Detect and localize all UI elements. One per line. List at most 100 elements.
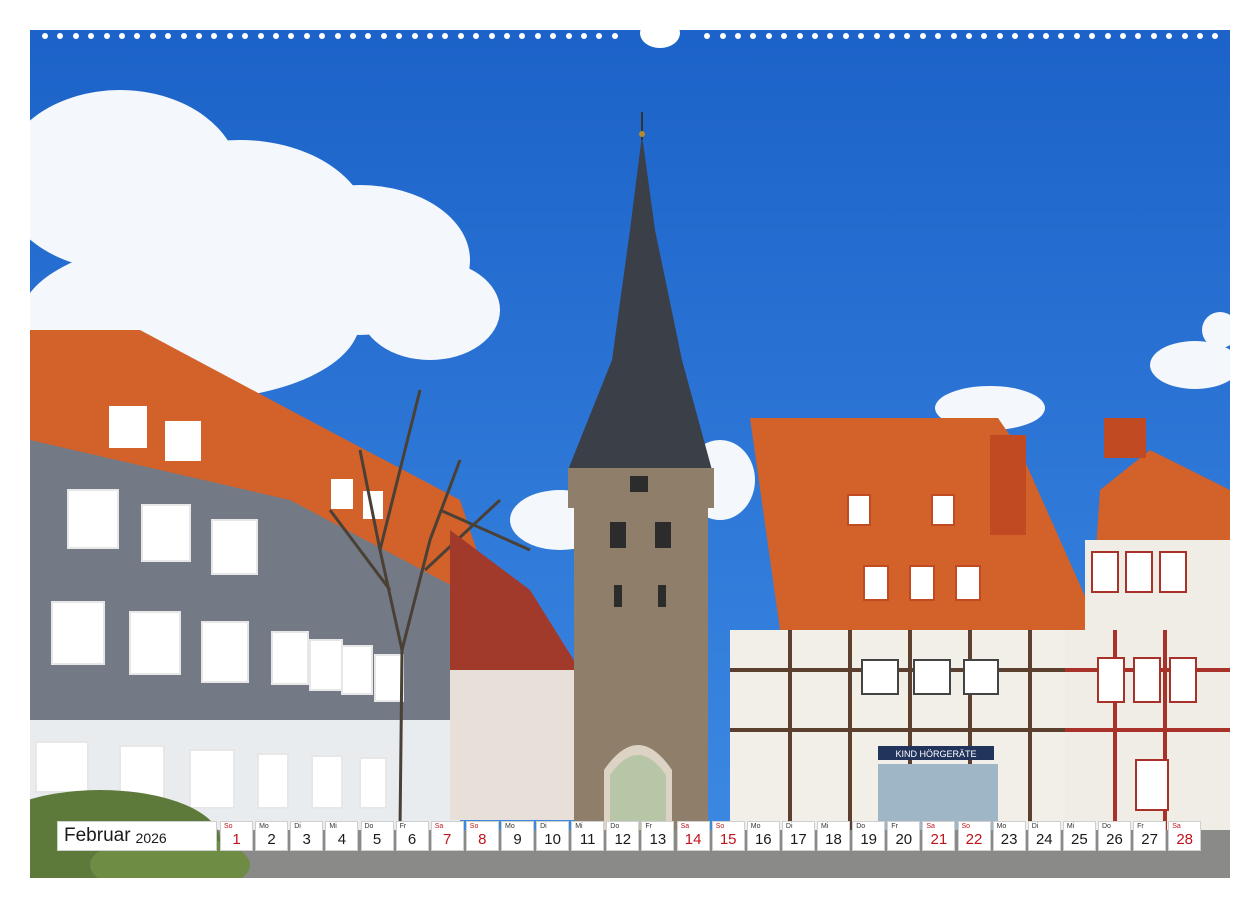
binding-hole [165,33,172,39]
binding-hole [919,33,926,39]
binding-hole [565,33,572,39]
binding-hole [765,33,772,39]
day-number: 19 [860,831,878,848]
binding-hole [1089,33,1096,39]
binding-hole [1012,33,1019,39]
binding-hole [981,33,988,39]
binding-hole [119,33,125,39]
calendar-page: KIND HÖRGERÄTE Februar 2026 So 1 Mo 2 Di… [0,0,1260,908]
day-cell: Sa 21 [922,821,956,851]
binding-hole [242,33,249,39]
day-weekday: Mo [259,823,269,830]
binding-hole [457,33,464,39]
binding-hole [781,33,788,39]
binding-hole [411,33,418,39]
day-number: 24 [1035,831,1053,848]
day-weekday: Di [294,823,301,830]
binding-hole [1043,33,1049,39]
month-calendar-strip: Februar 2026 So 1 Mo 2 Di 3 Mi 4 Do 5 Fr 6 Sa 7 So 8 Mo 9… [57,821,1207,851]
day-weekday: So [715,823,725,830]
photo-town-gate-tower: KIND HÖRGERÄTE [30,30,1230,878]
day-weekday: Do [364,823,374,830]
binding-hole [1181,33,1188,39]
day-number: 3 [302,831,311,848]
binding-hole [581,33,587,39]
day-weekday: So [961,823,971,830]
day-number: 16 [754,831,772,848]
binding-hole [1197,33,1203,39]
day-cell: Mo 9 [501,821,534,851]
binding-hole [288,33,295,39]
binding-hole [334,33,341,39]
day-cell: So 8 [465,821,499,851]
day-cell: Mo 23 [992,821,1026,851]
day-number: 25 [1071,831,1088,848]
binding-hole [1135,33,1142,39]
day-number: 7 [443,831,452,848]
binding-hole [303,33,310,39]
binding-hole [473,33,480,39]
day-cell: So 1 [220,821,253,851]
binding-hole [1212,33,1219,39]
day-number: 15 [719,831,737,848]
binding-hole [534,33,541,39]
day-weekday: Mi [821,823,829,830]
day-weekday: Fr [645,823,652,830]
binding-hole [796,33,803,39]
day-cell: Di 24 [1027,821,1061,851]
binding-hole [904,33,911,39]
day-number: 11 [579,831,596,848]
binding-hole [1058,33,1065,39]
day-cell: Do 5 [360,821,394,851]
day-cell: Mo 2 [255,821,289,851]
day-weekday: Di [785,823,793,830]
day-number: 8 [478,831,487,848]
day-number: 12 [614,831,632,848]
hanger-cutout [640,18,680,48]
binding-hole [750,33,757,39]
binding-hole [350,33,356,39]
binding-hole [103,33,110,39]
binding-hole [88,33,95,39]
day-weekday: Mo [505,823,515,830]
binding-hole [827,33,834,39]
day-cell: Fr 20 [887,821,921,851]
day-cell: Mi 11 [571,821,605,851]
binding-hole [935,33,942,39]
day-number: 28 [1176,831,1194,848]
binding-hole [442,33,449,39]
day-cell: Sa 14 [676,821,710,851]
binding-hole [57,33,64,39]
day-number: 1 [232,831,241,848]
binding-hole [211,33,218,39]
day-cell: Mi 25 [1062,821,1096,851]
binding-hole [257,33,264,39]
day-cell: Sa 28 [1168,821,1202,851]
binding-hole [273,33,279,39]
day-weekday: So [469,823,479,830]
binding-hole [180,33,187,39]
binding-hole [488,33,495,39]
binding-hole [42,33,48,39]
day-number: 23 [1000,831,1018,848]
day-cell: Mi 4 [325,821,359,851]
day-cell: Fr 27 [1133,821,1167,851]
day-cell: Sa 7 [430,821,464,851]
day-weekday: Mi [1066,823,1075,830]
day-weekday: Fr [891,823,898,830]
day-cell: So 22 [957,821,991,851]
binding-hole [550,33,557,39]
day-number: 9 [513,831,522,848]
binding-hole [596,33,603,39]
binding-hole [735,33,741,39]
binding-hole [319,33,326,39]
binding-hole [72,33,79,39]
day-weekday: Do [1102,823,1111,830]
day-weekday: Sa [926,823,935,830]
binding-hole [966,33,972,39]
binding-hole [1104,33,1111,39]
day-weekday: Sa [1172,823,1181,830]
day-cell: So 15 [711,821,745,851]
binding-hole [889,33,895,39]
day-number: 20 [895,831,913,848]
